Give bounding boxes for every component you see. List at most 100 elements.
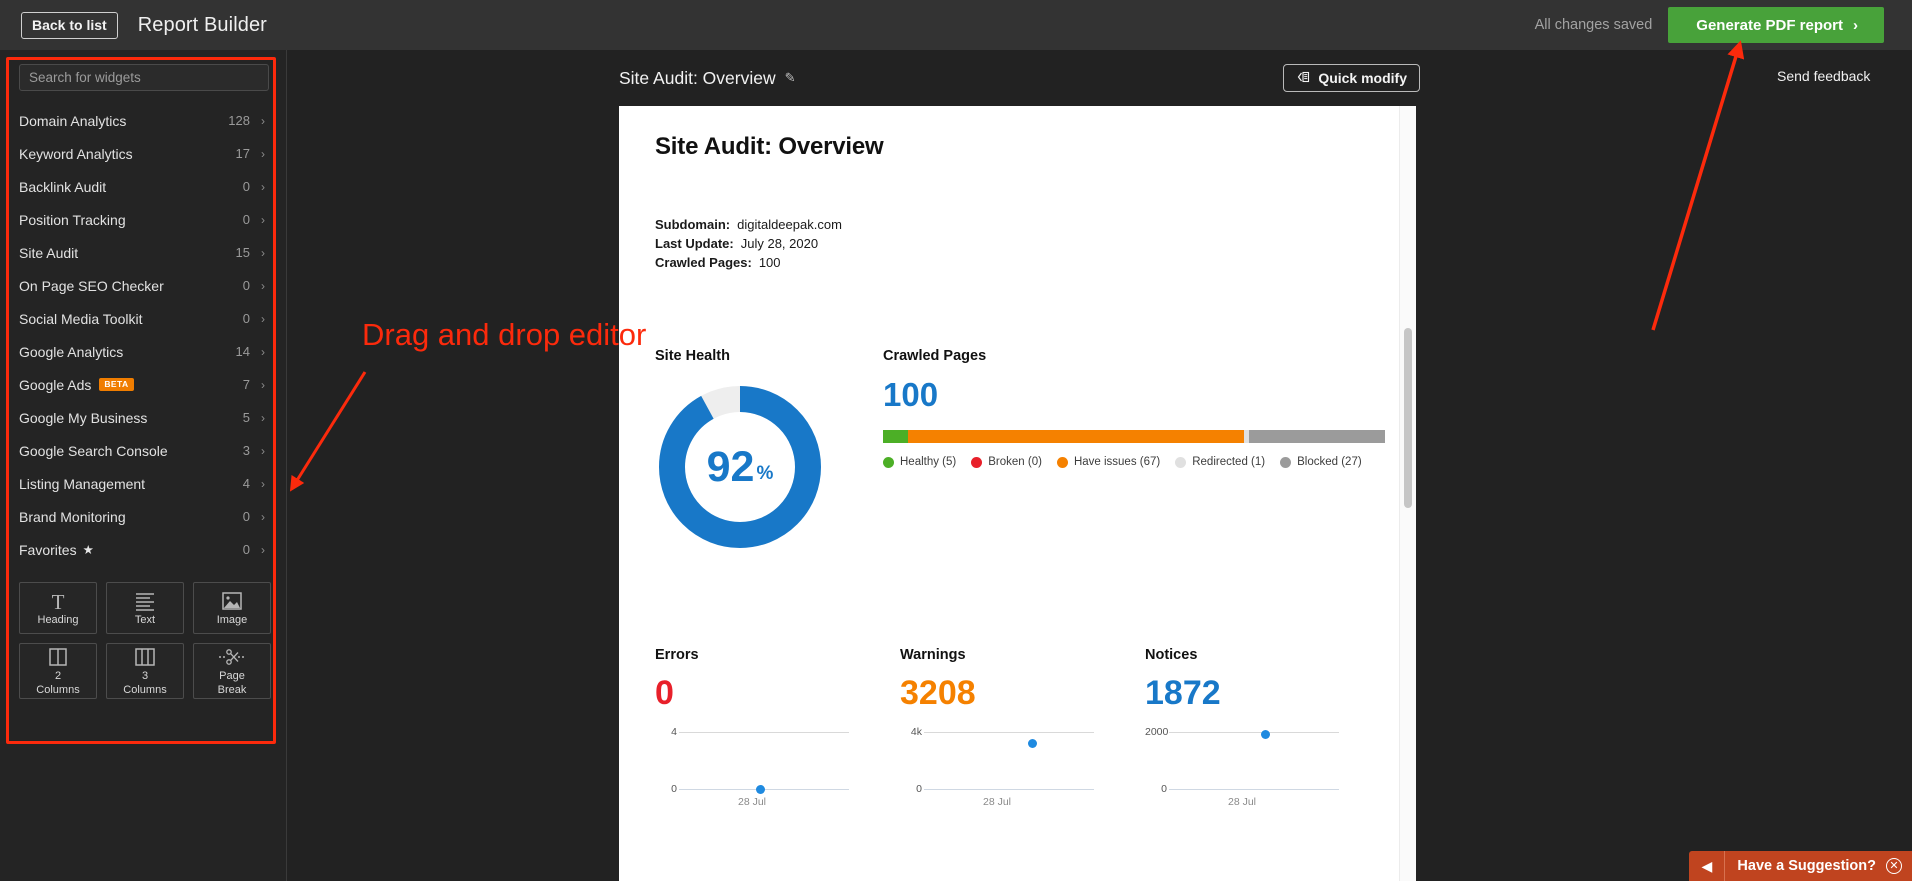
site-health-widget: Site Health 92 % xyxy=(655,348,883,552)
sidebar-item-label: Social Media Toolkit xyxy=(19,310,143,327)
stacked-bar-segment-have-issues xyxy=(908,430,1245,443)
sidebar-item-label: Google Ads xyxy=(19,376,92,393)
widget-tile-2-columns[interactable]: 2 Columns xyxy=(19,643,97,699)
report-scrollbar-thumb[interactable] xyxy=(1404,328,1412,508)
site-health-title: Site Health xyxy=(655,348,730,364)
issue-metrics-row: Errors 0 4 0 28 Jul Warnings 3208 4k 0 28 Jul Noti… xyxy=(655,647,1416,808)
legend-item-broken: Broken (0) xyxy=(971,456,1042,468)
widget-tile-page-break[interactable]: Page Break xyxy=(193,643,271,699)
stacked-bar-segment-blocked xyxy=(1249,430,1385,443)
widget-category-list: Domain Analytics 128 › Keyword Analytics 17 ›… xyxy=(0,104,286,566)
sidebar-item-site-audit[interactable]: Site Audit 15 › xyxy=(0,236,286,269)
metadata-value: 100 xyxy=(758,255,781,270)
sidebar-item-count: 0 xyxy=(242,311,250,326)
widget-tile-label: Text xyxy=(134,614,156,626)
legend-label: Have issues (67) xyxy=(1073,456,1161,468)
report-scrollbar[interactable] xyxy=(1399,106,1416,881)
metric-warnings: Warnings 3208 4k 0 28 Jul xyxy=(900,647,1145,808)
crawled-pages-legend: Healthy (5) Broken (0) Have issues (67) Red… xyxy=(883,456,1416,468)
legend-color-dot xyxy=(883,456,894,468)
sidebar-item-google-analytics[interactable]: Google Analytics 14 › xyxy=(0,335,286,368)
edit-pencil-icon[interactable]: ✎ xyxy=(785,70,796,86)
widget-tile-heading[interactable]: T Heading xyxy=(19,582,97,634)
metadata-value: July 28, 2020 xyxy=(740,236,819,251)
sidebar-item-count: 7 xyxy=(242,377,250,392)
widget-tile-text[interactable]: Text xyxy=(106,582,184,634)
search-input[interactable] xyxy=(19,64,269,91)
metric-value: 0 xyxy=(655,674,674,712)
beta-badge: BETA xyxy=(99,378,134,391)
sidebar-item-label: Google Analytics xyxy=(19,343,124,360)
back-to-list-button[interactable]: Back to list xyxy=(21,11,118,39)
sidebar-item-google-my-business[interactable]: Google My Business 5 › xyxy=(0,401,286,434)
sidebar-item-label: Brand Monitoring xyxy=(19,508,126,525)
sidebar-item-domain-analytics[interactable]: Domain Analytics 128 › xyxy=(0,104,286,137)
sparkline-x-label: 28 Jul xyxy=(1227,796,1257,808)
widget-tile-label-line2: Columns xyxy=(36,684,80,696)
sparkline-gridline-top xyxy=(679,732,849,733)
sidebar-item-listing-management[interactable]: Listing Management 4 › xyxy=(0,467,286,500)
sidebar-item-backlink-audit[interactable]: Backlink Audit 0 › xyxy=(0,170,286,203)
top-bar-right: All changes saved Generate PDF report › xyxy=(1535,0,1912,50)
sidebar-item-on-page-seo-checker[interactable]: On Page SEO Checker 0 › xyxy=(0,269,286,302)
sidebar-item-google-ads[interactable]: Google Ads BETA 7 › xyxy=(0,368,286,401)
metadata-row: Last Update: July 28, 2020 xyxy=(655,234,1416,253)
metric-title: Warnings xyxy=(900,647,966,663)
chevron-right-icon: › xyxy=(261,179,265,194)
metric-title: Notices xyxy=(1145,647,1198,663)
legend-item-have-issues: Have issues (67) xyxy=(1056,456,1161,468)
chevron-right-icon: › xyxy=(261,245,265,260)
site-health-value: 92 xyxy=(706,442,755,491)
sidebar-item-label: Position Tracking xyxy=(19,211,126,228)
report-heading: Site Audit: Overview xyxy=(655,133,884,160)
sparkline-data-point xyxy=(756,784,766,794)
report-canvas: Site Audit: Overview Subdomain: digitalde… xyxy=(619,106,1416,881)
chevron-right-icon: › xyxy=(261,344,265,359)
sidebar-item-position-tracking[interactable]: Position Tracking 0 › xyxy=(0,203,286,236)
sidebar-item-count: 3 xyxy=(242,443,250,458)
scissors-page-break-icon xyxy=(217,646,247,668)
report-metadata: Subdomain: digitaldeepak.com Last Update: J… xyxy=(655,215,1416,272)
sidebar-item-social-media-toolkit[interactable]: Social Media Toolkit 0 › xyxy=(0,302,286,335)
quick-modify-button[interactable]: Quick modify xyxy=(1283,64,1420,92)
sparkline-data-point xyxy=(1261,729,1271,739)
report-toolbar: Site Audit: Overview ✎ Quick modify xyxy=(288,50,1912,106)
chevron-right-icon: › xyxy=(261,443,265,458)
chevron-right-icon: › xyxy=(261,146,265,161)
chevron-right-icon: › xyxy=(261,509,265,524)
generate-pdf-report-button[interactable]: Generate PDF report › xyxy=(1668,7,1884,43)
chevron-right-icon: › xyxy=(261,278,265,293)
sidebar-item-keyword-analytics[interactable]: Keyword Analytics 17 › xyxy=(0,137,286,170)
heading-icon: T xyxy=(45,590,71,614)
sidebar-item-google-search-console[interactable]: Google Search Console 3 › xyxy=(0,434,286,467)
crawled-pages-widget: Crawled Pages 100 Healthy (5) Broken (0) H… xyxy=(883,348,1416,552)
sidebar-item-count: 0 xyxy=(242,179,250,194)
send-feedback-link[interactable]: Send feedback xyxy=(1777,68,1870,84)
chevron-right-icon: › xyxy=(261,410,265,425)
legend-label: Healthy (5) xyxy=(900,456,957,468)
chevron-right-icon: › xyxy=(261,476,265,491)
image-icon xyxy=(219,590,245,612)
legend-label: Broken (0) xyxy=(988,456,1042,468)
close-icon[interactable]: ✕ xyxy=(1886,858,1902,874)
sidebar-item-label: Google My Business xyxy=(19,409,148,426)
sidebar-item-label: Domain Analytics xyxy=(19,112,127,129)
sparkline-gridline-bottom xyxy=(924,789,1094,790)
sidebar-item-count: 4 xyxy=(242,476,250,491)
layout-widget-tiles: T Heading Text Image 2 Columns 3 Columns Page Bre… xyxy=(19,582,271,699)
sparkline-data-point xyxy=(1028,738,1038,748)
sparkline-x-label: 28 Jul xyxy=(982,796,1012,808)
sidebar-item-count: 0 xyxy=(242,212,250,227)
site-health-donut-chart: 92 % xyxy=(655,382,825,552)
metadata-value: digitaldeepak.com xyxy=(737,217,842,232)
sidebar-item-label: Listing Management xyxy=(19,475,146,492)
sidebar-item-label: Google Search Console xyxy=(19,442,168,459)
have-a-suggestion-widget[interactable]: ◀ Have a Suggestion? ✕ xyxy=(1689,851,1912,881)
sidebar-item-label: Backlink Audit xyxy=(19,178,107,195)
sidebar-item-brand-monitoring[interactable]: Brand Monitoring 0 › xyxy=(0,500,286,533)
sidebar-item-favorites[interactable]: Favorites ★ 0 › xyxy=(0,533,286,566)
svg-text:T: T xyxy=(52,590,65,612)
widget-tile-3-columns[interactable]: 3 Columns xyxy=(106,643,184,699)
star-icon: ★ xyxy=(82,543,94,557)
widget-tile-image[interactable]: Image xyxy=(193,582,271,634)
